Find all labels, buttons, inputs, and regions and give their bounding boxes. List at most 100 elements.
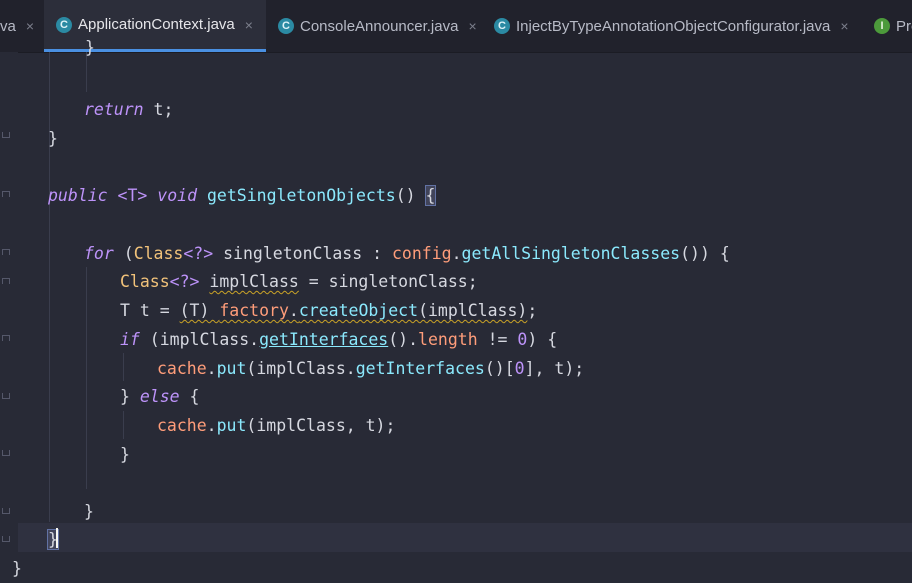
fold-end-icon[interactable]	[2, 132, 10, 138]
code-token: singletonClass :	[213, 244, 392, 263]
fold-end-icon[interactable]	[2, 536, 10, 542]
tab-partial-right[interactable]: I Pro	[866, 0, 912, 52]
fold-start-icon[interactable]	[2, 249, 10, 255]
code-line: } else {	[120, 382, 200, 411]
tab-label: InjectByTypeAnnotationObjectConfigurator…	[516, 17, 831, 35]
method-call: getInterfaces	[355, 359, 485, 378]
tab-inject-by-type[interactable]: C InjectByTypeAnnotationObjectConfigurat…	[482, 0, 866, 52]
code-editor[interactable]: } return t; } public <T> void getSinglet…	[0, 38, 912, 578]
method-call: getInterfaces	[259, 330, 389, 349]
keyword: return	[84, 100, 144, 119]
fold-start-icon[interactable]	[2, 278, 10, 284]
code-token: }	[84, 502, 94, 521]
cast-warning: (T)	[179, 301, 220, 320]
code-token: .	[206, 359, 217, 378]
code-token: (	[113, 244, 134, 263]
code-line: Class<?> implClass = singletonClass;	[120, 267, 478, 296]
number-literal: 0	[517, 330, 528, 349]
tab-partial-left[interactable]: va ×	[0, 0, 44, 52]
generic-type: <?>	[169, 272, 200, 291]
keyword: public	[48, 186, 108, 205]
code-token: ;	[527, 301, 538, 320]
keyword: void	[157, 186, 198, 205]
code-token: ) {	[527, 330, 558, 349]
code-line: }	[12, 554, 22, 583]
close-icon[interactable]: ×	[468, 18, 476, 34]
close-icon[interactable]: ×	[245, 17, 253, 33]
code-line: public <T> void getSingletonObjects() {	[48, 181, 437, 210]
code-token: .	[288, 301, 299, 320]
tab-label: ApplicationContext.java	[78, 16, 235, 33]
fold-end-icon[interactable]	[2, 393, 10, 399]
class-icon: C	[494, 18, 510, 34]
code-token: }	[85, 38, 95, 57]
code-line: }	[85, 33, 95, 62]
indent-guide	[86, 267, 87, 489]
tab-label: va	[0, 17, 16, 35]
code-token: }	[12, 559, 22, 578]
class-icon: C	[56, 16, 72, 33]
class-name: Class	[133, 244, 184, 263]
tab-label: Pro	[896, 17, 912, 35]
editor-gutter	[0, 52, 18, 578]
current-line-highlight	[18, 523, 912, 552]
field-name: cache	[157, 359, 207, 378]
code-token: (implClass.	[139, 330, 260, 349]
keyword: else	[139, 387, 180, 406]
code-line: }	[120, 440, 130, 469]
code-token: .	[206, 416, 217, 435]
code-token: (implClass, t);	[246, 416, 396, 435]
fold-end-icon[interactable]	[2, 508, 10, 514]
close-icon[interactable]: ×	[26, 18, 34, 34]
indent-guide	[49, 52, 50, 522]
field-name: factory	[219, 301, 289, 320]
keyword: for	[84, 244, 114, 263]
class-name: Class	[120, 272, 170, 291]
code-line: }	[48, 124, 58, 153]
method-call: createObject	[298, 301, 419, 320]
code-token: (implClass)	[418, 301, 528, 320]
code-token: }	[48, 129, 58, 148]
method-name: getSingletonObjects	[206, 186, 396, 205]
field-name: cache	[157, 416, 207, 435]
fold-start-icon[interactable]	[2, 335, 10, 341]
code-line: }	[84, 497, 94, 526]
tab-application-context[interactable]: C ApplicationContext.java ×	[44, 0, 266, 52]
code-token: T t =	[120, 301, 180, 320]
code-token: (implClass.	[246, 359, 356, 378]
variable-warning: implClass	[209, 272, 299, 291]
code-token: }	[120, 387, 140, 406]
fold-start-icon[interactable]	[2, 191, 10, 197]
method-call: getAllSingletonClasses	[461, 244, 681, 263]
code-line: cache.put(implClass, t);	[157, 411, 395, 440]
text-cursor	[56, 528, 58, 548]
code-token: }	[120, 445, 130, 464]
code-token: ()[	[484, 359, 515, 378]
indent-guide	[123, 353, 124, 381]
tab-console-announcer[interactable]: C ConsoleAnnouncer.java ×	[266, 0, 482, 52]
code-line: cache.put(implClass.getInterfaces()[0], …	[157, 354, 584, 383]
code-line: if (implClass.getInterfaces().length != …	[120, 325, 557, 354]
code-token: ()) {	[680, 244, 730, 263]
method-call: put	[216, 416, 247, 435]
generic-type: <?>	[183, 244, 214, 263]
tab-label: ConsoleAnnouncer.java	[300, 17, 459, 35]
editor-tab-bar: va × C ApplicationContext.java × C Conso…	[0, 0, 912, 53]
code-token: = singletonClass;	[298, 272, 478, 291]
code-token: !=	[477, 330, 518, 349]
code-token: t;	[143, 100, 174, 119]
fold-end-icon[interactable]	[2, 450, 10, 456]
method-call: put	[216, 359, 247, 378]
field-name: length	[418, 330, 478, 349]
field-name: config	[391, 244, 452, 263]
keyword: if	[120, 330, 140, 349]
number-literal: 0	[514, 359, 525, 378]
close-icon[interactable]: ×	[840, 18, 848, 34]
generic-type: <T>	[117, 186, 148, 205]
interface-icon: I	[874, 18, 890, 34]
code-line: T t = (T) factory.createObject(implClass…	[120, 296, 537, 325]
code-token: ()	[395, 186, 426, 205]
class-icon: C	[278, 18, 294, 34]
brace-match: {	[424, 185, 437, 206]
code-token: ().	[388, 330, 419, 349]
